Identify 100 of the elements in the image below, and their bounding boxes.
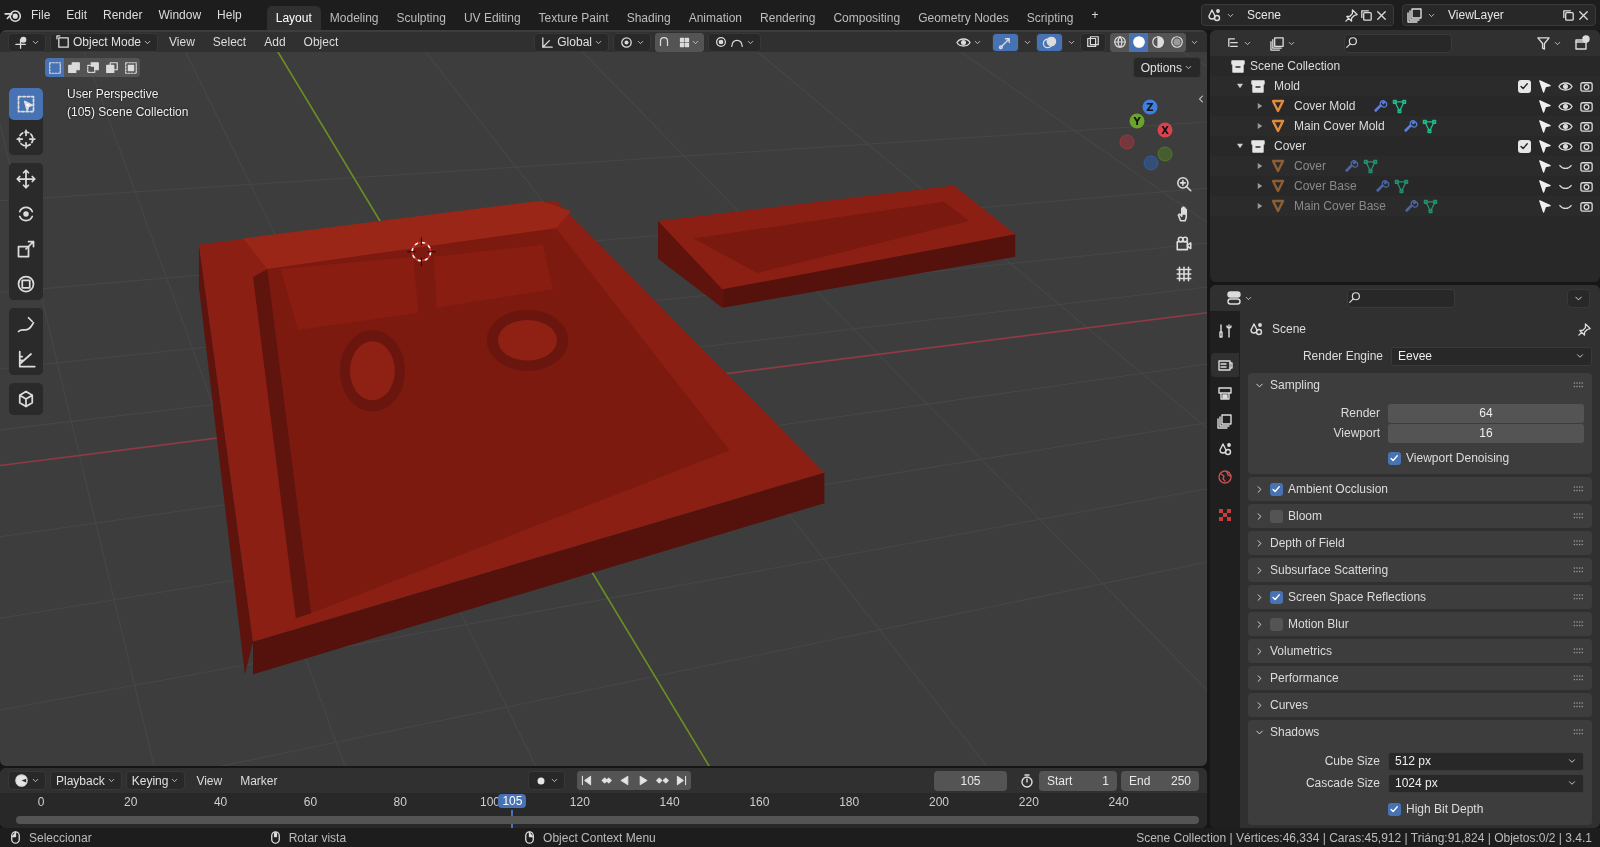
menu-item[interactable]: Render <box>96 6 150 24</box>
panel-title[interactable]: Bloom <box>1288 509 1322 523</box>
selector-name[interactable]: Scene <box>1239 8 1344 22</box>
record-button[interactable] <box>527 771 565 790</box>
mesh-data-icon[interactable] <box>1421 118 1437 134</box>
search-field[interactable] <box>1344 33 1452 53</box>
tree-item[interactable]: Cover <box>1294 159 1326 173</box>
tree-item[interactable]: Cover Base <box>1294 179 1357 193</box>
workspace-tab[interactable]: Animation <box>679 6 752 30</box>
wrench-icon[interactable] <box>1373 98 1389 114</box>
editor-type-button[interactable] <box>8 32 46 52</box>
editor-type-button[interactable] <box>8 771 46 790</box>
panel-title[interactable]: Performance <box>1270 671 1339 685</box>
wrench-icon[interactable] <box>1344 158 1359 174</box>
checkbox-label[interactable]: High Bit Depth <box>1406 802 1484 816</box>
workspace-tab[interactable]: Texture Paint <box>529 6 618 30</box>
checkbox[interactable] <box>1270 482 1283 496</box>
axis-handle[interactable]: Y <box>1129 113 1145 129</box>
pin-icon[interactable] <box>1344 7 1359 23</box>
select-arrow-icon[interactable] <box>1537 138 1552 154</box>
mesh-data-icon[interactable] <box>1423 198 1439 214</box>
snap-control[interactable] <box>654 32 704 52</box>
new-collection-icon[interactable] <box>1574 35 1590 51</box>
zoom-icon[interactable] <box>1175 175 1193 193</box>
menu-item[interactable]: Object <box>296 33 346 51</box>
panel-title[interactable]: Motion Blur <box>1288 617 1349 631</box>
pin-icon[interactable] <box>1577 321 1592 337</box>
copy-icon[interactable] <box>1561 7 1576 23</box>
overlay-toggle[interactable] <box>1036 32 1063 52</box>
panel-title[interactable]: Subsurface Scattering <box>1270 563 1389 577</box>
workspace-tab[interactable]: Rendering <box>751 6 825 30</box>
panel-title[interactable]: Screen Space Reflections <box>1288 590 1427 604</box>
checkbox-label[interactable]: Viewport Denoising <box>1406 451 1510 465</box>
axis-handle[interactable]: Z <box>1142 99 1158 115</box>
select-arrow-icon[interactable] <box>1537 118 1552 134</box>
panel-title[interactable]: Ambient Occlusion <box>1288 482 1389 496</box>
wrench-icon[interactable] <box>1374 178 1390 194</box>
tree-item[interactable]: Main Cover Mold <box>1294 119 1385 133</box>
menu-item[interactable]: Select <box>205 33 254 51</box>
field-value[interactable]: 250 <box>1171 773 1191 788</box>
select-arrow-icon[interactable] <box>1537 158 1552 174</box>
workspace-tab[interactable]: Shading <box>617 6 680 30</box>
search-field[interactable] <box>1347 288 1455 308</box>
proportional-edit-button[interactable] <box>707 32 761 52</box>
workspace-tab[interactable]: Sculpting <box>387 6 455 30</box>
tool-button[interactable] <box>9 88 43 120</box>
select-arrow-icon[interactable] <box>1537 178 1552 194</box>
mesh-data-icon[interactable] <box>1393 178 1409 194</box>
workspace-tab[interactable]: Scripting <box>1017 6 1083 30</box>
menu-dropdown[interactable]: Keying <box>125 771 186 790</box>
panel-title[interactable]: Sampling <box>1270 378 1321 392</box>
scrollbar[interactable] <box>16 816 1199 824</box>
tree-item[interactable]: Cover Mold <box>1294 99 1356 113</box>
panel-title[interactable]: Shadows <box>1270 725 1320 739</box>
menu-item[interactable]: Edit <box>59 6 95 24</box>
shading-button[interactable] <box>1129 32 1148 52</box>
xray-toggle[interactable] <box>1080 32 1106 52</box>
stopwatch-icon[interactable] <box>1019 772 1035 789</box>
jump-end-icon[interactable] <box>674 774 688 787</box>
options-dropdown[interactable]: Options <box>1132 57 1201 78</box>
playhead[interactable]: 105 <box>498 794 527 808</box>
render-engine-dropdown[interactable]: Eevee <box>1391 346 1592 366</box>
next-key-icon[interactable] <box>655 774 669 787</box>
wrench-icon[interactable] <box>1402 118 1418 134</box>
shading-button[interactable] <box>1110 32 1129 52</box>
menu-item[interactable]: Window <box>151 6 209 24</box>
field-value[interactable]: 1 <box>1102 773 1109 788</box>
axis-handle[interactable] <box>1157 146 1173 162</box>
workspace-tab[interactable]: Compositing <box>824 6 910 30</box>
tool-button[interactable] <box>9 383 43 415</box>
dropdown[interactable]: 1024 px <box>1388 773 1584 793</box>
tree-item[interactable]: Cover <box>1274 139 1306 153</box>
dropdown[interactable]: 512 px <box>1388 751 1584 771</box>
checkbox[interactable] <box>1518 139 1531 153</box>
axis-handle[interactable] <box>1119 134 1135 150</box>
menu-item[interactable]: Add <box>257 33 293 51</box>
panel-title[interactable]: Curves <box>1270 698 1308 712</box>
workspace-tab[interactable]: Geometry Nodes <box>909 6 1018 30</box>
checkbox[interactable] <box>1388 802 1401 816</box>
checkbox[interactable] <box>1388 451 1401 465</box>
menu-dropdown[interactable]: Playback <box>50 771 122 790</box>
menu-item[interactable]: Marker <box>233 771 285 790</box>
pivot-dropdown[interactable] <box>612 32 651 52</box>
view-layer-selector[interactable]: ViewLayer <box>1402 4 1596 26</box>
panel-title[interactable]: Volumetrics <box>1270 644 1333 658</box>
wrench-icon[interactable] <box>1404 198 1420 214</box>
select-arrow-icon[interactable] <box>1537 78 1552 94</box>
menu-item[interactable]: View <box>189 771 230 790</box>
orientation-dropdown[interactable]: Global <box>534 32 609 52</box>
mesh-data-icon[interactable] <box>1392 98 1408 114</box>
camera-icon[interactable] <box>1175 235 1193 253</box>
number-field[interactable]: 64 <box>1388 403 1584 423</box>
workspace-tab[interactable]: Modeling <box>320 6 388 30</box>
menu-item[interactable]: View <box>162 33 202 51</box>
checkbox[interactable] <box>1518 79 1531 93</box>
tree-item[interactable]: Main Cover Base <box>1294 199 1387 213</box>
tree-item[interactable]: Scene Collection <box>1250 59 1341 73</box>
gizmo-toggle[interactable] <box>992 32 1019 52</box>
frame-field[interactable]: 105 <box>934 770 1007 791</box>
scene-selector[interactable]: Scene <box>1201 4 1394 26</box>
